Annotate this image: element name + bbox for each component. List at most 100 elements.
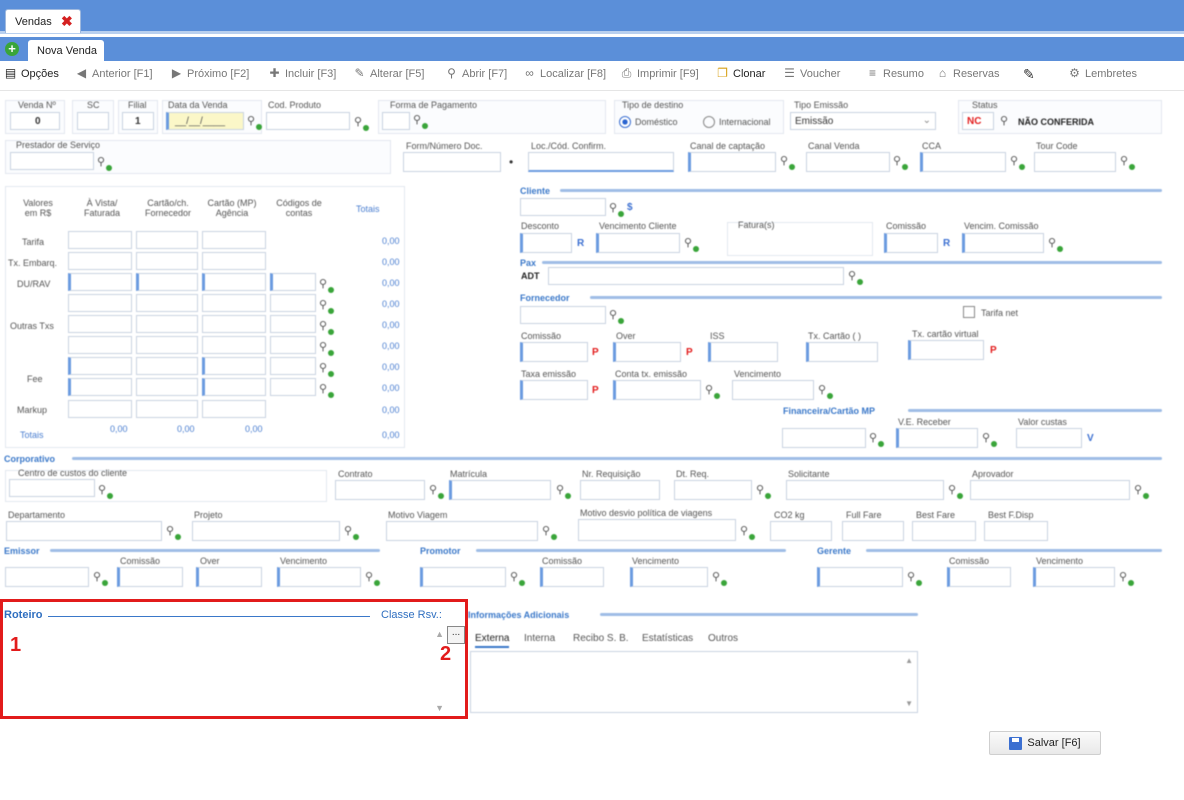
info-tab-outros[interactable]: Outros — [708, 633, 738, 644]
search-icon[interactable]: ⚲ — [319, 299, 334, 314]
cell[interactable] — [136, 252, 198, 270]
scroll-up-icon[interactable]: ▲ — [905, 656, 913, 665]
status-code-field[interactable]: NC — [962, 112, 994, 130]
emissor-comissao-field[interactable] — [117, 567, 183, 587]
radio-internacional[interactable] — [703, 116, 715, 128]
search-icon[interactable]: ⚲ — [413, 114, 428, 129]
search-icon[interactable]: ⚲ — [365, 571, 380, 586]
search-icon[interactable]: ⚲ — [247, 115, 262, 130]
cell[interactable] — [202, 357, 266, 375]
cell[interactable] — [202, 378, 266, 396]
gerente-vencimento-field[interactable] — [1033, 567, 1115, 587]
toolbar-incluir[interactable]: ✚ Incluir [F3] — [268, 67, 336, 80]
toolbar-opcoes[interactable]: ▤ Opções — [4, 67, 59, 80]
tx-cartao-field[interactable] — [806, 342, 878, 362]
canal-captacao-field[interactable] — [688, 152, 776, 172]
search-icon[interactable]: ⚲ — [1120, 155, 1135, 170]
p-icon[interactable]: P — [592, 347, 599, 358]
cell[interactable] — [68, 252, 132, 270]
cell[interactable] — [68, 336, 132, 354]
search-icon[interactable]: ⚲ — [98, 484, 113, 499]
cell[interactable] — [136, 231, 198, 249]
best-fare-field[interactable] — [912, 521, 976, 541]
search-icon[interactable]: ⚲ — [756, 484, 771, 499]
search-icon[interactable]: ⚲ — [893, 155, 908, 170]
search-icon[interactable]: ⚲ — [319, 362, 334, 377]
toolbar-lembretes[interactable]: ⚙ Lembretes — [1068, 67, 1137, 80]
motivo-desvio-field[interactable] — [578, 519, 736, 541]
search-icon[interactable]: ⚲ — [93, 571, 108, 586]
r-icon[interactable]: R — [577, 238, 584, 249]
dollar-icon[interactable]: $ — [627, 202, 633, 213]
cell[interactable] — [202, 252, 266, 270]
motivo-field[interactable] — [386, 521, 538, 541]
cell[interactable] — [136, 273, 198, 291]
toolbar-clonar[interactable]: ❐ Clonar — [716, 67, 765, 80]
search-icon[interactable]: ⚲ — [510, 571, 525, 586]
scroll-down-icon[interactable]: ▼ — [905, 699, 913, 708]
full-fare-field[interactable] — [842, 521, 904, 541]
pax-field[interactable] — [548, 267, 844, 285]
cell[interactable] — [68, 273, 132, 291]
search-icon[interactable]: ⚲ — [818, 384, 833, 399]
toolbar-localizar[interactable]: ∞ Localizar [F8] — [523, 67, 606, 80]
search-icon[interactable]: ⚲ — [780, 155, 795, 170]
cell[interactable] — [68, 400, 132, 418]
search-icon[interactable]: ⚲ — [848, 270, 863, 285]
search-icon[interactable]: ⚲ — [429, 484, 444, 499]
cell[interactable] — [136, 400, 198, 418]
taxa-emissao-field[interactable] — [520, 380, 588, 400]
radio-domestico[interactable] — [619, 116, 631, 128]
financeira-field[interactable] — [782, 428, 866, 448]
promotor-comissao-field[interactable] — [540, 567, 604, 587]
scroll-up-icon[interactable]: ▲ — [435, 629, 444, 639]
prestador-field[interactable] — [10, 152, 94, 170]
toolbar-abrir[interactable]: ⚲ Abrir [F7] — [445, 67, 507, 80]
search-icon[interactable]: ⚲ — [609, 202, 624, 217]
emissor-over-field[interactable] — [196, 567, 262, 587]
cell[interactable] — [202, 273, 266, 291]
info-textarea[interactable]: ▲ ▼ — [470, 651, 918, 713]
search-icon[interactable]: ⚲ — [1048, 237, 1063, 252]
desconto-field[interactable] — [520, 233, 572, 253]
info-tab-recibo[interactable]: Recibo S. B. — [573, 633, 629, 644]
search-icon[interactable]: ⚲ — [982, 432, 997, 447]
search-icon[interactable]: ⚲ — [97, 156, 112, 171]
tarifa-net-checkbox[interactable] — [963, 306, 975, 318]
cell[interactable] — [68, 378, 132, 396]
search-icon[interactable]: ⚲ — [869, 432, 884, 447]
search-icon[interactable]: ⚲ — [319, 341, 334, 356]
cell[interactable] — [270, 273, 316, 291]
cell[interactable] — [270, 294, 316, 312]
co2-field[interactable] — [770, 521, 832, 541]
tour-code-field[interactable] — [1034, 152, 1116, 172]
search-icon[interactable]: ⚲ — [1000, 115, 1012, 127]
cell[interactable] — [136, 294, 198, 312]
search-icon[interactable]: ⚲ — [319, 383, 334, 398]
cod-produto-field[interactable] — [266, 112, 350, 130]
venda-field[interactable]: 0 — [10, 112, 60, 130]
aprovador-field[interactable] — [970, 480, 1130, 500]
scroll-down-icon[interactable]: ▼ — [435, 703, 444, 713]
gerente-comissao-field[interactable] — [947, 567, 1011, 587]
search-icon[interactable]: ⚲ — [319, 278, 334, 293]
toolbar-proximo[interactable]: ▶ Próximo [F2] — [170, 67, 249, 80]
toolbar-anterior[interactable]: ◀ Anterior [F1] — [75, 67, 153, 80]
cell[interactable] — [202, 336, 266, 354]
cell[interactable] — [270, 336, 316, 354]
cell[interactable] — [136, 315, 198, 333]
info-tab-interna[interactable]: Interna — [524, 633, 555, 644]
cell[interactable] — [270, 378, 316, 396]
close-icon[interactable]: ✖ — [61, 13, 73, 30]
contrato-field[interactable] — [335, 480, 425, 500]
conta-tx-field[interactable] — [613, 380, 701, 400]
forma-pagamento-field[interactable] — [382, 112, 410, 130]
cell[interactable] — [136, 336, 198, 354]
p-icon[interactable]: P — [686, 347, 693, 358]
cell[interactable] — [136, 357, 198, 375]
search-icon[interactable]: ⚲ — [712, 571, 727, 586]
cell[interactable] — [202, 400, 266, 418]
save-button[interactable]: Salvar [F6] — [989, 731, 1101, 755]
search-icon[interactable]: ⚲ — [907, 571, 922, 586]
forn-comissao-field[interactable] — [520, 342, 588, 362]
